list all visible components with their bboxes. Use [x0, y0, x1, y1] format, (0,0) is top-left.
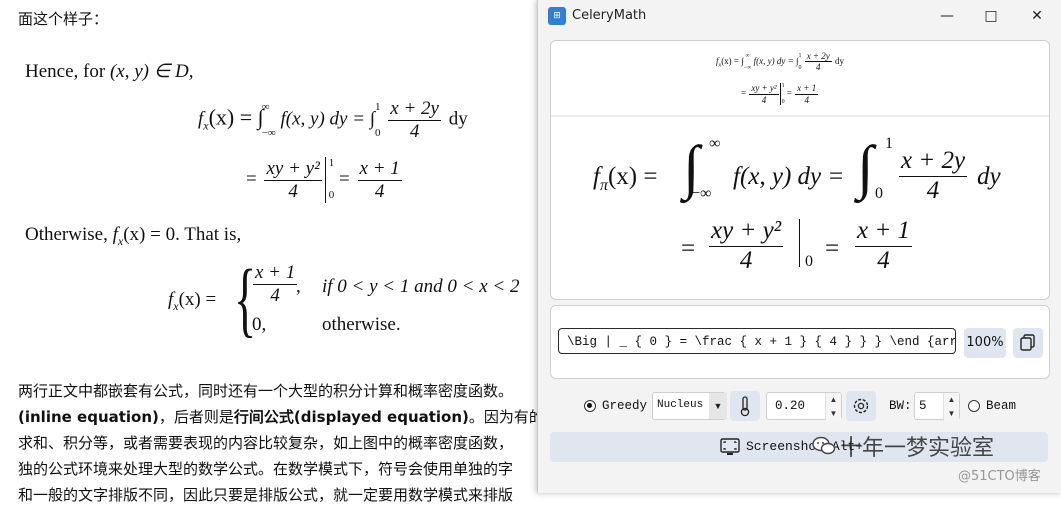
divider [551, 115, 1049, 117]
window-title: CeleryMath [572, 8, 647, 23]
paragraph-line-1: 两行正文中都嵌套有公式，同时还有一个大型的积分计算和概率密度函数。 [18, 382, 514, 400]
decoding-controls: Greedy Nucleus ▼ 0.20 ▲ ▼ BW: 5 ▲ ▼ Beam [538, 390, 1061, 424]
render-preview-panel: fx(x) = ∫ ∞ −∞ f(x, y) dy = ∫ 1 0 x + 2y 4 dy… [550, 40, 1050, 300]
fraction: x + 2y 4 [899, 147, 968, 204]
beam-label: Beam [986, 399, 1017, 413]
fraction: xy + y² 4 [264, 157, 322, 202]
temperature-input[interactable]: 0.20 ▲ ▼ [766, 392, 842, 421]
equation-line-1: fx(x) = ∫ ∞ −∞ f(x, y) dy = ∫ 1 0 x + 2y 4 dy [198, 98, 468, 142]
wechat-icon [812, 436, 836, 455]
beam-width-input[interactable]: 5 ▲ ▼ [914, 392, 960, 421]
beam-width-stepper[interactable]: ▲ ▼ [943, 393, 959, 421]
temperature-button[interactable] [730, 391, 760, 421]
beam-width-label: BW: [889, 399, 912, 413]
paragraph-line-3: 求和、积分等，或者需要表现的内容比较复杂，如上图中的概率密度函数， [18, 434, 514, 452]
temperature-stepper[interactable]: ▲ ▼ [825, 393, 841, 421]
fraction: x + 14 [253, 262, 298, 306]
sampling-mode-select[interactable]: Nucleus ▼ [652, 392, 727, 420]
fraction: x + 14 [357, 157, 402, 202]
hence-line: Hence, for (x, y) ∈ D, [25, 61, 194, 82]
greedy-radio[interactable] [584, 400, 596, 412]
close-button[interactable]: ✕ [1014, 0, 1060, 32]
fraction: xy + y² 4 [709, 217, 784, 274]
paragraph-line-2: (inline equation)，后者则是行间公式(displayed equ… [18, 408, 544, 426]
doc-intro-text: 面这个样子： [18, 10, 109, 28]
calculator-icon: ⊞ [548, 7, 566, 25]
minimize-button[interactable]: — [924, 0, 970, 32]
latex-editor-panel: \Big | _ { 0 } = \frac { x + 1 } { 4 } }… [550, 305, 1050, 379]
paragraph-line-5: 和一般的文字排版不同，因此只要是排版公式，就一定要用数学模式来排版 [18, 486, 514, 504]
copy-button[interactable] [1013, 328, 1043, 358]
chevron-down-icon: ▼ [709, 393, 727, 419]
otherwise-line: Otherwise, fx(x) = 0. That is, [25, 224, 242, 248]
zoom-button[interactable]: 100% [964, 328, 1006, 358]
thermometer-icon [740, 396, 750, 417]
beam-radio[interactable] [968, 400, 980, 412]
equation-line-2: = xy + y² 4 1 0 = x + 14 [246, 157, 402, 203]
paragraph-line-4: 独的公式环境来处理大型的数学公式。在数学模式下，符号会使用单独的字 [18, 460, 514, 478]
copy-icon [1020, 334, 1035, 351]
screenshot-icon [720, 438, 740, 455]
fraction: x + 14 [855, 217, 912, 274]
celerymath-window: ⊞ CeleryMath — □ ✕ fx(x) = ∫ ∞ −∞ f(x, y) … [537, 0, 1061, 493]
gear-icon [853, 398, 869, 414]
greedy-label: Greedy [602, 399, 648, 413]
settings-button[interactable] [846, 391, 876, 421]
source-image-thumbnail: fx(x) = ∫ ∞ −∞ f(x, y) dy = ∫ 1 0 x + 2y 4 dy… [716, 51, 844, 105]
fraction: x + 2y 4 [388, 98, 441, 142]
title-bar[interactable]: ⊞ CeleryMath — □ ✕ [538, 0, 1061, 32]
watermark-text: 十年一梦实验室 [840, 436, 995, 461]
rendered-latex-output: fπ(x) = ∫ ∞ −∞ f(x, y) dy = ∫ 1 0 x + 2y… [593, 134, 1001, 274]
maximize-button[interactable]: □ [968, 0, 1014, 32]
latex-code-input[interactable]: \Big | _ { 0 } = \frac { x + 1 } { 4 } }… [558, 328, 956, 354]
watermark-source: @51CTO博客 [958, 469, 1041, 484]
